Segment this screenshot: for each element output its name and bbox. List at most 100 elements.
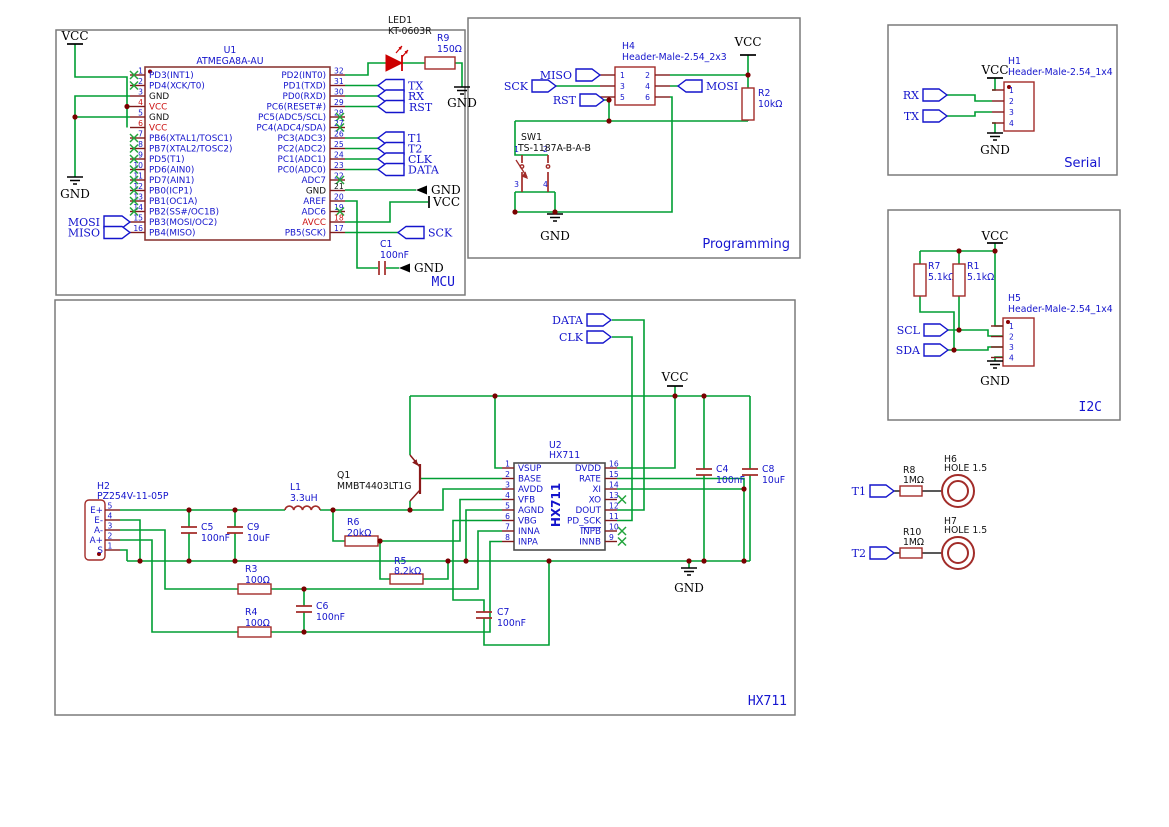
u1-pin-number: 4 bbox=[138, 98, 143, 107]
u1-pin-name: PD5(T1) bbox=[149, 155, 185, 165]
tx-net-label: TX bbox=[904, 110, 919, 123]
u2-pin-name: AGND bbox=[518, 506, 544, 516]
t1-net-flag[interactable] bbox=[870, 485, 894, 497]
h4-pin-number: 3 bbox=[620, 82, 625, 91]
serial-section-title: Serial bbox=[1064, 156, 1101, 171]
mcu-section: PD3(INT1)1PD4(XCK/T0)2GND3VCC4GND5VCC6PB… bbox=[60, 15, 477, 290]
h1-part: Header-Male-2.54_1x4 bbox=[1008, 67, 1113, 78]
r1-resistor[interactable] bbox=[953, 264, 965, 296]
mosi-net-flag[interactable] bbox=[678, 80, 702, 92]
l1-value: 3.3uH bbox=[290, 493, 318, 504]
data-net-flag[interactable] bbox=[378, 164, 404, 176]
u1-pin-name: GND bbox=[149, 113, 169, 123]
r6-ref: R6 bbox=[347, 517, 359, 528]
q1-transistor[interactable] bbox=[410, 455, 420, 501]
rx-net-flag[interactable] bbox=[923, 89, 947, 101]
u2-pin-name: AVDD bbox=[518, 485, 543, 495]
h7-hole-pad[interactable] bbox=[942, 537, 974, 569]
u2-pin-number: 2 bbox=[505, 470, 510, 479]
r8-value: 1MΩ bbox=[903, 475, 924, 486]
no-connect-x-icon bbox=[618, 527, 626, 535]
r10-resistor[interactable] bbox=[900, 548, 922, 558]
gnd-label: GND bbox=[60, 187, 90, 201]
u2-pin-number: 10 bbox=[609, 523, 619, 532]
u1-pin-number: 15 bbox=[133, 214, 143, 223]
r7-value: 5.1kΩ bbox=[928, 272, 955, 283]
u1-pin-number: 7 bbox=[138, 130, 143, 139]
r9-ref: R9 bbox=[437, 33, 449, 44]
h7-hole-inner bbox=[948, 543, 968, 563]
u1-pin-name: PC1(ADC1) bbox=[278, 155, 326, 165]
c4-capacitor[interactable] bbox=[696, 469, 712, 475]
vcc-label: VCC bbox=[733, 35, 761, 49]
t2-net-label: T2 bbox=[852, 547, 866, 560]
r9-value: 150Ω bbox=[437, 44, 462, 55]
u2-pin-name: VSUP bbox=[518, 464, 541, 474]
u1-pin-name: PB4(MISO) bbox=[149, 229, 196, 239]
led1-symbol[interactable] bbox=[386, 46, 408, 71]
u1-pin-name: PD0(RXD) bbox=[283, 92, 326, 102]
h2-pin-number: 3 bbox=[108, 522, 113, 531]
hx711-section-box bbox=[55, 300, 795, 715]
c1-capacitor[interactable] bbox=[379, 261, 385, 275]
gnd-icon bbox=[987, 361, 1003, 368]
h5-part: Header-Male-2.54_1x4 bbox=[1008, 304, 1113, 315]
clk-net-label: CLK bbox=[559, 331, 584, 344]
r1-ref: R1 bbox=[967, 261, 979, 272]
scl-net-flag[interactable] bbox=[924, 324, 948, 336]
t2-net-flag[interactable] bbox=[870, 547, 894, 559]
gnd-label: GND bbox=[414, 261, 444, 275]
i2c-section: R7 5.1kΩ R1 5.1kΩ 1234 H5 Header-Male-2.… bbox=[896, 229, 1113, 415]
h5-header-body[interactable] bbox=[1003, 318, 1034, 366]
schematic-canvas[interactable]: PD3(INT1)1PD4(XCK/T0)2GND3VCC4GND5VCC6PB… bbox=[0, 0, 1169, 827]
u2-pin-number: 5 bbox=[505, 502, 510, 511]
u1-pin-name: PC4(ADC4/SDA) bbox=[256, 124, 326, 134]
rst-net-flag[interactable] bbox=[378, 101, 404, 113]
u1-pin-name: PD4(XCK/T0) bbox=[149, 82, 205, 92]
q1-part: MMBT4403LT1G bbox=[337, 481, 411, 492]
h5-pin-number: 4 bbox=[1009, 354, 1014, 363]
u1-pin-number: 3 bbox=[138, 88, 143, 97]
u2-pin-name: VBG bbox=[518, 517, 537, 527]
r6-value: 20kΩ bbox=[347, 528, 371, 539]
h6-hole-inner bbox=[948, 481, 968, 501]
programming-section: 135246 H4 Header-Male-2.54_2x3 R2 10kΩ 1… bbox=[504, 35, 790, 252]
u1-pin-name: PB2(SS#/OC1B) bbox=[149, 208, 219, 218]
r9-resistor[interactable] bbox=[425, 57, 455, 69]
l1-inductor[interactable] bbox=[285, 506, 320, 510]
sck-net-flag[interactable] bbox=[398, 227, 424, 239]
r2-resistor[interactable] bbox=[742, 88, 754, 120]
rst-net-flag[interactable] bbox=[580, 94, 604, 106]
h4-pin-number: 4 bbox=[645, 82, 650, 91]
c5-ref: C5 bbox=[201, 522, 213, 533]
h2-part: PZ254V-11-05P bbox=[97, 491, 169, 502]
miso-net-flag[interactable] bbox=[576, 69, 600, 81]
miso-net-flag[interactable] bbox=[104, 227, 130, 239]
u1-pin-number: 24 bbox=[334, 151, 344, 160]
r7-resistor[interactable] bbox=[914, 264, 926, 296]
gnd-label: GND bbox=[980, 374, 1010, 388]
h6-part: HOLE 1.5 bbox=[944, 463, 987, 474]
r8-resistor[interactable] bbox=[900, 486, 922, 496]
r4-value: 100Ω bbox=[245, 618, 270, 629]
hx711-junctions bbox=[137, 393, 746, 634]
junction-dot bbox=[552, 209, 557, 214]
c5-capacitor[interactable] bbox=[181, 527, 197, 533]
h1-pin-number: 4 bbox=[1009, 119, 1014, 128]
h2-pin-name: A+ bbox=[90, 536, 103, 546]
u1-pin-number: 9 bbox=[138, 151, 143, 160]
data-net-flag[interactable] bbox=[587, 314, 611, 326]
h6-hole-pad[interactable] bbox=[942, 475, 974, 507]
vcc-label: VCC bbox=[980, 229, 1008, 243]
c6-capacitor[interactable] bbox=[296, 606, 312, 612]
u1-pin-number: 25 bbox=[334, 140, 344, 149]
hx711-section-title: HX711 bbox=[748, 694, 787, 709]
u2-pin-name: XI bbox=[592, 485, 601, 495]
sda-net-flag[interactable] bbox=[924, 344, 948, 356]
tx-net-flag[interactable] bbox=[923, 110, 947, 122]
h5-pin-number: 3 bbox=[1009, 343, 1014, 352]
clk-net-flag[interactable] bbox=[587, 331, 611, 343]
u2-pin-name: XO bbox=[589, 496, 601, 506]
u1-pin-name: PB1(OC1A) bbox=[149, 197, 197, 207]
sw1-ref: SW1 bbox=[521, 132, 542, 143]
